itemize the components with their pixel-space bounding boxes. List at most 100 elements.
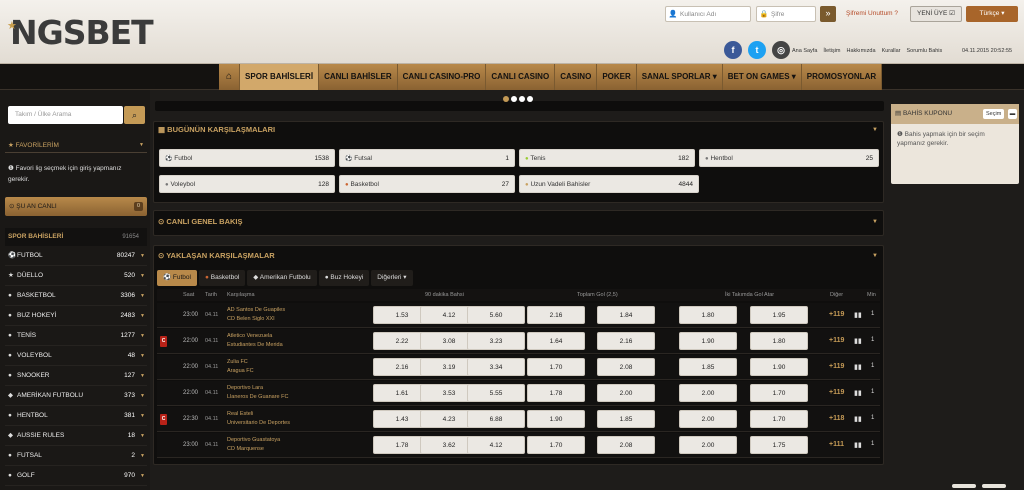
- footer-button[interactable]: [952, 484, 976, 488]
- slider-dot[interactable]: [527, 96, 533, 102]
- tab-football[interactable]: ⚽ Futbol: [157, 270, 197, 286]
- home-team[interactable]: Real Esteli: [227, 411, 253, 417]
- odd-button[interactable]: 2.08: [597, 436, 655, 454]
- menu-casino[interactable]: CASINO: [555, 64, 598, 90]
- odd-button[interactable]: 1.70: [750, 410, 808, 428]
- sidebar-sport-football[interactable]: ⚽FUTBOL 80247 ▼: [5, 246, 147, 266]
- odd-button[interactable]: 5.55: [467, 384, 525, 402]
- live-now-item[interactable]: ⊙ ŞU AN CANLI 0: [5, 197, 147, 216]
- odd-button[interactable]: 5.60: [467, 306, 525, 324]
- sidebar-sport-handball[interactable]: ● HENTBOL 381 ▼: [5, 406, 147, 426]
- sidebar-sport-star[interactable]: ★ DÜELLO 520 ▼: [5, 266, 147, 286]
- sidebar-sport-tennis[interactable]: ● TENİS 1277 ▼: [5, 326, 147, 346]
- favorites-header[interactable]: ★ FAVORİLERİM ▼: [5, 138, 147, 153]
- today-tennis[interactable]: ● Tenis 182: [519, 149, 695, 167]
- odd-button[interactable]: 1.75: [750, 436, 808, 454]
- odd-button[interactable]: 1.90: [679, 332, 737, 350]
- brand-logo[interactable]: ★ NGSBET: [7, 14, 154, 52]
- away-team[interactable]: Aragua FC: [227, 368, 254, 374]
- menu-virtual-sports[interactable]: SANAL SPORLAR ▾: [637, 64, 723, 90]
- signup-button[interactable]: YENİ ÜYE ☑: [910, 6, 962, 22]
- slider-dot[interactable]: [519, 96, 525, 102]
- tab-ice-hockey[interactable]: ● Buz Hokeyi: [318, 270, 370, 286]
- today-football[interactable]: ⚽ Futbol 1538: [159, 149, 335, 167]
- slider-dot[interactable]: [511, 96, 517, 102]
- language-select[interactable]: Türkçe ▾: [966, 6, 1018, 22]
- today-title[interactable]: ▦ BUGÜNÜN KARŞILAŞMALARI ▼: [154, 122, 883, 138]
- odd-button[interactable]: 2.00: [679, 410, 737, 428]
- odd-button[interactable]: 1.80: [750, 332, 808, 350]
- sidebar-sport-aussie-rules[interactable]: ◆ AUSSIE RULES 18 ▼: [5, 426, 147, 446]
- odd-button[interactable]: 1.70: [527, 436, 585, 454]
- instagram-icon[interactable]: ◎: [772, 41, 790, 59]
- menu-promotions[interactable]: PROMOSYONLAR: [802, 64, 883, 90]
- odd-button[interactable]: 1.80: [679, 306, 737, 324]
- home-icon[interactable]: ⌂: [219, 64, 241, 90]
- sidebar-sport-hockey[interactable]: ● BUZ HOKEYİ 2483 ▼: [5, 306, 147, 326]
- odd-button[interactable]: 1.84: [597, 306, 655, 324]
- odd-button[interactable]: 6.88: [467, 410, 525, 428]
- selection-button[interactable]: Seçim: [983, 109, 1005, 119]
- toplink-responsible[interactable]: Sorumlu Bahis: [907, 48, 943, 54]
- odd-button[interactable]: 3.34: [467, 358, 525, 376]
- odd-button[interactable]: 2.00: [597, 384, 655, 402]
- stats-icon[interactable]: ▮▮: [854, 311, 862, 319]
- sidebar-sport-futsal[interactable]: ● FUTSAL 2 ▼: [5, 446, 147, 466]
- more-markets-link[interactable]: +119: [829, 389, 844, 396]
- today-futsal[interactable]: ⚽ Futsal 1: [339, 149, 515, 167]
- menu-poker[interactable]: POKER: [597, 64, 637, 90]
- username-input[interactable]: 👤 Kullanıcı Adı: [665, 6, 751, 22]
- odd-button[interactable]: 1.90: [527, 410, 585, 428]
- sidebar-sport-american-football[interactable]: ◆ AMERİKAN FUTBOLU 373 ▼: [5, 386, 147, 406]
- menu-sports[interactable]: SPOR BAHİSLERİ: [240, 64, 320, 90]
- odd-button[interactable]: 1.64: [527, 332, 585, 350]
- home-team[interactable]: Deportivo Lara: [227, 385, 263, 391]
- odd-button[interactable]: 1.85: [597, 410, 655, 428]
- odd-button[interactable]: 2.16: [597, 332, 655, 350]
- tab-american-football[interactable]: ◆ Amerikan Futbolu: [247, 270, 317, 286]
- home-team[interactable]: AD Santos De Guapiles: [227, 307, 285, 313]
- today-handball[interactable]: ● Hentbol 25: [699, 149, 879, 167]
- odd-button[interactable]: 1.85: [679, 358, 737, 376]
- away-team[interactable]: Universitario De Deportes: [227, 420, 290, 426]
- odd-button[interactable]: 1.90: [750, 358, 808, 376]
- sidebar-sport-basketball[interactable]: ● BASKETBOL 3306 ▼: [5, 286, 147, 306]
- menu-bet-on-games[interactable]: BET ON GAMES ▾: [723, 64, 802, 90]
- home-team[interactable]: Deportivo Guastatoya: [227, 437, 280, 443]
- odd-button[interactable]: 2.08: [597, 358, 655, 376]
- menu-live-bets[interactable]: CANLI BAHİSLER: [319, 64, 398, 90]
- more-markets-link[interactable]: +119: [829, 337, 844, 344]
- slider-dot[interactable]: [503, 96, 509, 102]
- team-search-input[interactable]: Takım / Ülke Arama: [8, 106, 123, 124]
- odd-button[interactable]: 2.00: [679, 384, 737, 402]
- home-team[interactable]: Zulia FC: [227, 359, 248, 365]
- more-markets-link[interactable]: +111: [829, 441, 844, 448]
- more-markets-link[interactable]: +119: [829, 363, 844, 370]
- sidebar-sport-volleyball[interactable]: ● VOLEYBOL 48 ▼: [5, 346, 147, 366]
- odd-button[interactable]: 3.23: [467, 332, 525, 350]
- menu-icon[interactable]: ▬: [1008, 109, 1017, 119]
- password-input[interactable]: 🔒 Şifre: [756, 6, 816, 22]
- toplink-contact[interactable]: İletişim: [823, 48, 840, 54]
- odd-button[interactable]: 1.78: [527, 384, 585, 402]
- odd-button[interactable]: 2.00: [679, 436, 737, 454]
- toplink-rules[interactable]: Kurallar: [882, 48, 901, 54]
- today-basketball[interactable]: ● Basketbol 27: [339, 175, 515, 193]
- tab-basketball[interactable]: ● Basketbol: [198, 270, 246, 286]
- toplink-home[interactable]: Ana Sayfa: [792, 48, 817, 54]
- odd-button[interactable]: 1.70: [750, 384, 808, 402]
- twitter-icon[interactable]: t: [748, 41, 766, 59]
- home-team[interactable]: Atletico Venezuela: [227, 333, 272, 339]
- odd-button[interactable]: 1.95: [750, 306, 808, 324]
- away-team[interactable]: Estudiantes De Merida: [227, 342, 283, 348]
- tab-others[interactable]: Diğerleri ▾: [371, 270, 413, 286]
- away-team[interactable]: CD Marquense: [227, 446, 264, 452]
- facebook-icon[interactable]: f: [724, 41, 742, 59]
- footer-button[interactable]: [982, 484, 1006, 488]
- menu-live-casino-pro[interactable]: CANLI CASINO-PRO: [398, 64, 487, 90]
- today-long-term[interactable]: ● Uzun Vadeli Bahisler 4844: [519, 175, 699, 193]
- forgot-password-link[interactable]: Şifremi Unuttum ?: [846, 10, 898, 17]
- stats-icon[interactable]: ▮▮: [854, 363, 862, 371]
- sidebar-sport-golf[interactable]: ● GOLF 970 ▼: [5, 466, 147, 486]
- away-team[interactable]: CD Belen Siglo XXI: [227, 316, 275, 322]
